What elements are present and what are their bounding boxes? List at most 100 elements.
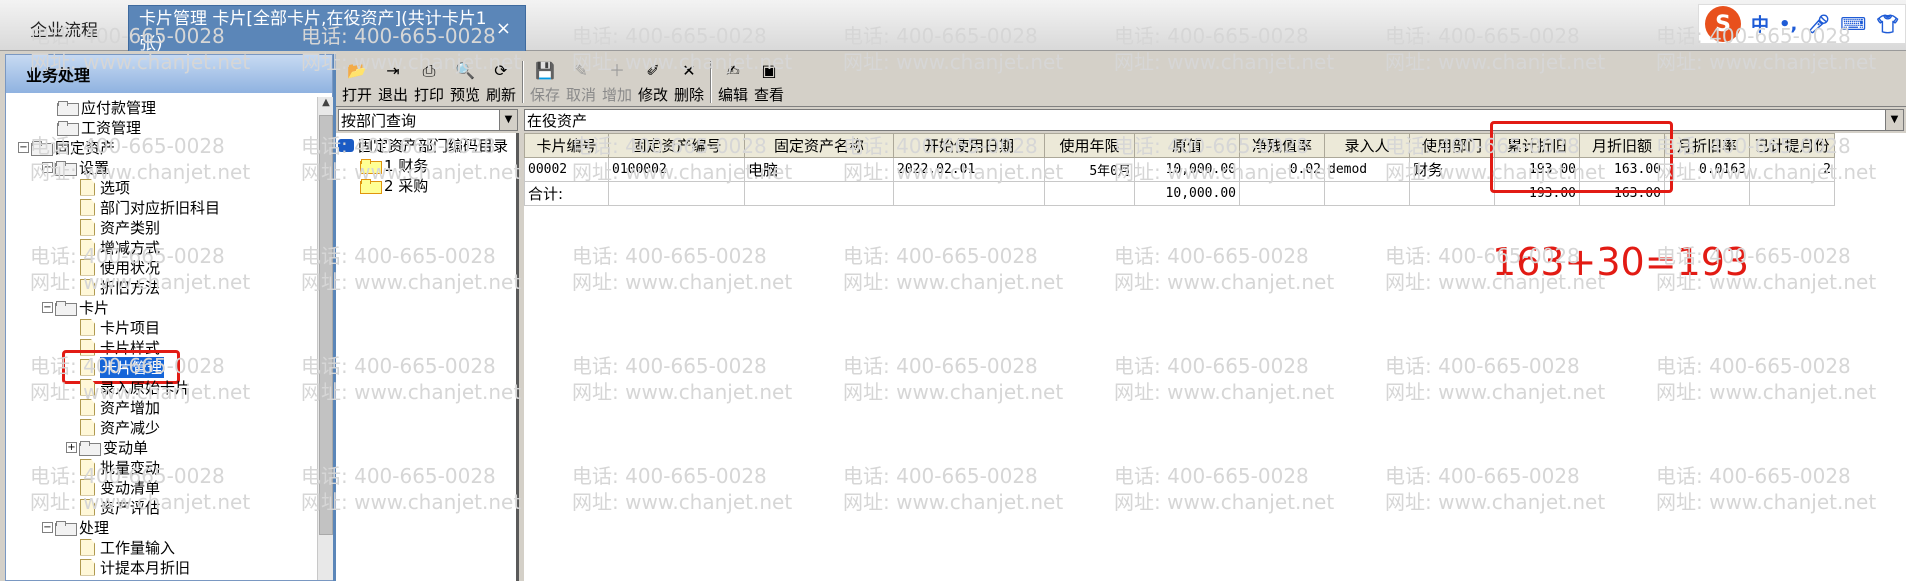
document-icon	[80, 178, 95, 196]
column-header[interactable]: 净残值率	[1239, 133, 1325, 158]
table-cell[interactable]: 0100002	[608, 157, 745, 182]
nav-item[interactable]: − 处理	[42, 517, 109, 537]
dept-item[interactable]: 2 采购	[360, 175, 428, 195]
nav-item-label: 部门对应折旧科目	[100, 198, 221, 217]
scroll-up-icon[interactable]: ▲	[318, 97, 334, 113]
collapse-icon[interactable]: −	[42, 301, 53, 313]
keyboard-icon[interactable]: ⌨︎	[1840, 14, 1866, 35]
toolbar-button[interactable]: 🔍 预览	[448, 61, 482, 105]
folder-open-icon: 📂	[347, 61, 367, 80]
nav-item-label: 折旧方法	[100, 278, 161, 297]
toolbar-button-label: 打开	[341, 86, 372, 104]
collapse-icon[interactable]: −	[42, 521, 53, 533]
nav-item[interactable]: 资产评估	[66, 497, 160, 517]
toolbar-button[interactable]: ▣ 查看	[752, 61, 786, 105]
toolbar-button[interactable]: ⇥ 退出	[376, 61, 410, 105]
chinese-mode-toggle[interactable]: 中	[1751, 11, 1769, 37]
column-header[interactable]: 固定资产编号	[608, 133, 745, 158]
microphone-icon[interactable]: 🎤︎	[1807, 14, 1830, 35]
column-header[interactable]: 原值	[1134, 133, 1240, 158]
table-cell[interactable]: 10,000.00	[1134, 157, 1240, 182]
table-cell[interactable]: 0.0163	[1664, 157, 1750, 182]
nav-item[interactable]: 录入原始卡片	[66, 377, 190, 397]
collapse-icon[interactable]: −	[42, 161, 53, 173]
panel-title: 业务处理	[6, 55, 332, 93]
folder-icon	[338, 138, 354, 152]
dept-root[interactable]: 固定资产部门编码目录	[338, 135, 508, 155]
nav-item[interactable]: 部门对应折旧科目	[66, 197, 220, 217]
chevron-down-icon[interactable]: ▼	[1885, 110, 1903, 130]
column-header[interactable]: 使用年限	[1044, 133, 1135, 158]
nav-item-label: 变动清单	[100, 478, 161, 497]
toolbar-button[interactable]: 💾 保存	[528, 61, 562, 105]
column-header[interactable]: 已计提月份	[1749, 133, 1835, 158]
nav-item[interactable]: 资产增加	[66, 397, 160, 417]
tab-enterprise-flow[interactable]: 企业流程	[0, 6, 128, 51]
asset-status-select[interactable]: 在役资产 ▼	[524, 109, 1904, 131]
nav-item[interactable]: 增减方式	[66, 237, 160, 257]
table-cell[interactable]: 电脑	[744, 157, 894, 182]
printer-icon: ⎙	[422, 61, 436, 80]
toolbar-button[interactable]: ＋ 增加	[600, 61, 634, 105]
column-header[interactable]: 录入人	[1324, 133, 1410, 158]
tab-card-management[interactable]: 卡片管理 卡片[全部卡片,在役资产](共计卡片1张) ×	[128, 5, 526, 54]
toolbar-button[interactable]: ⎙ 打印	[412, 61, 446, 105]
nav-item[interactable]: − 卡片	[42, 297, 109, 317]
toolbar-button[interactable]: ✐ 修改	[636, 61, 670, 105]
table-cell[interactable]: 2022.02.01	[893, 157, 1045, 182]
expand-icon[interactable]: +	[66, 441, 77, 453]
department-tree: 固定资产部门编码目录 1 财务 2 采购	[336, 133, 519, 581]
punct-toggle[interactable]: •,	[1779, 14, 1797, 35]
nav-item-label: 变动单	[103, 438, 149, 457]
toolbar-button[interactable]: ✍ 编辑	[716, 61, 750, 105]
nav-item[interactable]: 工作量输入	[66, 537, 175, 557]
nav-item[interactable]: 工资管理	[42, 117, 141, 137]
total-cell	[744, 181, 894, 206]
folder-icon	[55, 520, 77, 536]
nav-item[interactable]: 批量变动	[66, 457, 160, 477]
nav-item[interactable]: 卡片项目	[66, 317, 160, 337]
table-cell[interactable]: 00002	[524, 157, 609, 182]
close-icon[interactable]: ×	[496, 18, 511, 39]
nav-item[interactable]: + 变动单	[66, 437, 148, 457]
nav-item[interactable]: − 固定资产	[18, 137, 115, 157]
table-cell[interactable]: demod	[1324, 157, 1410, 182]
skin-icon[interactable]: 👕︎	[1876, 14, 1899, 35]
toolbar-button-label: 增加	[601, 86, 632, 104]
column-header[interactable]: 月折旧率	[1664, 133, 1750, 158]
toolbar-button[interactable]: ⟳ 刷新	[484, 61, 518, 105]
column-header[interactable]: 卡片编号	[524, 133, 609, 158]
tree-scrollbar[interactable]: ▲	[317, 97, 334, 580]
nav-item[interactable]: 变动清单	[66, 477, 160, 497]
delete-icon: ✕	[682, 61, 696, 80]
highlight-box	[1490, 121, 1673, 193]
sogou-logo-icon[interactable]: S	[1705, 6, 1741, 42]
nav-item[interactable]: 计提本月折旧	[66, 557, 190, 577]
toolbar-button[interactable]: 📂 打开	[340, 61, 374, 105]
folder-icon	[360, 158, 382, 174]
nav-item[interactable]: 应付款管理	[42, 97, 156, 117]
nav-item[interactable]: 使用状况	[66, 257, 160, 277]
query-by-select[interactable]: 按部门查询 ▼	[338, 109, 518, 131]
nav-item[interactable]: 资产减少	[66, 417, 160, 437]
toolbar-button[interactable]: ✎ 取消	[564, 61, 598, 105]
business-panel: 业务处理 应付款管理 工资管理 − 固定资产 − 设置 选项 部门对应折旧科目 资产类别 增减方式…	[5, 54, 334, 581]
refresh-icon: ⟳	[494, 61, 508, 80]
scroll-thumb[interactable]	[319, 115, 333, 535]
nav-item[interactable]: 资产类别	[66, 217, 160, 237]
column-header[interactable]: 开始使用日期	[893, 133, 1045, 158]
column-header[interactable]: 固定资产名称	[744, 133, 894, 158]
nav-item[interactable]: − 设置	[42, 157, 109, 177]
dept-item[interactable]: 1 财务	[360, 155, 428, 175]
table-cell[interactable]: 财务	[1409, 157, 1495, 182]
column-header[interactable]: 使用部门	[1409, 133, 1495, 158]
table-cell[interactable]: 2	[1749, 157, 1835, 182]
toolbar-button[interactable]: ✕ 删除	[672, 61, 706, 105]
table-cell[interactable]: 5年0月	[1044, 157, 1135, 182]
collapse-icon[interactable]: −	[18, 141, 29, 153]
nav-item[interactable]: 选项	[66, 177, 130, 197]
cancel-icon: ✎	[574, 61, 588, 80]
chevron-down-icon[interactable]: ▼	[499, 110, 517, 130]
nav-item[interactable]: 折旧方法	[66, 277, 160, 297]
table-cell[interactable]: 0.02	[1239, 157, 1325, 182]
